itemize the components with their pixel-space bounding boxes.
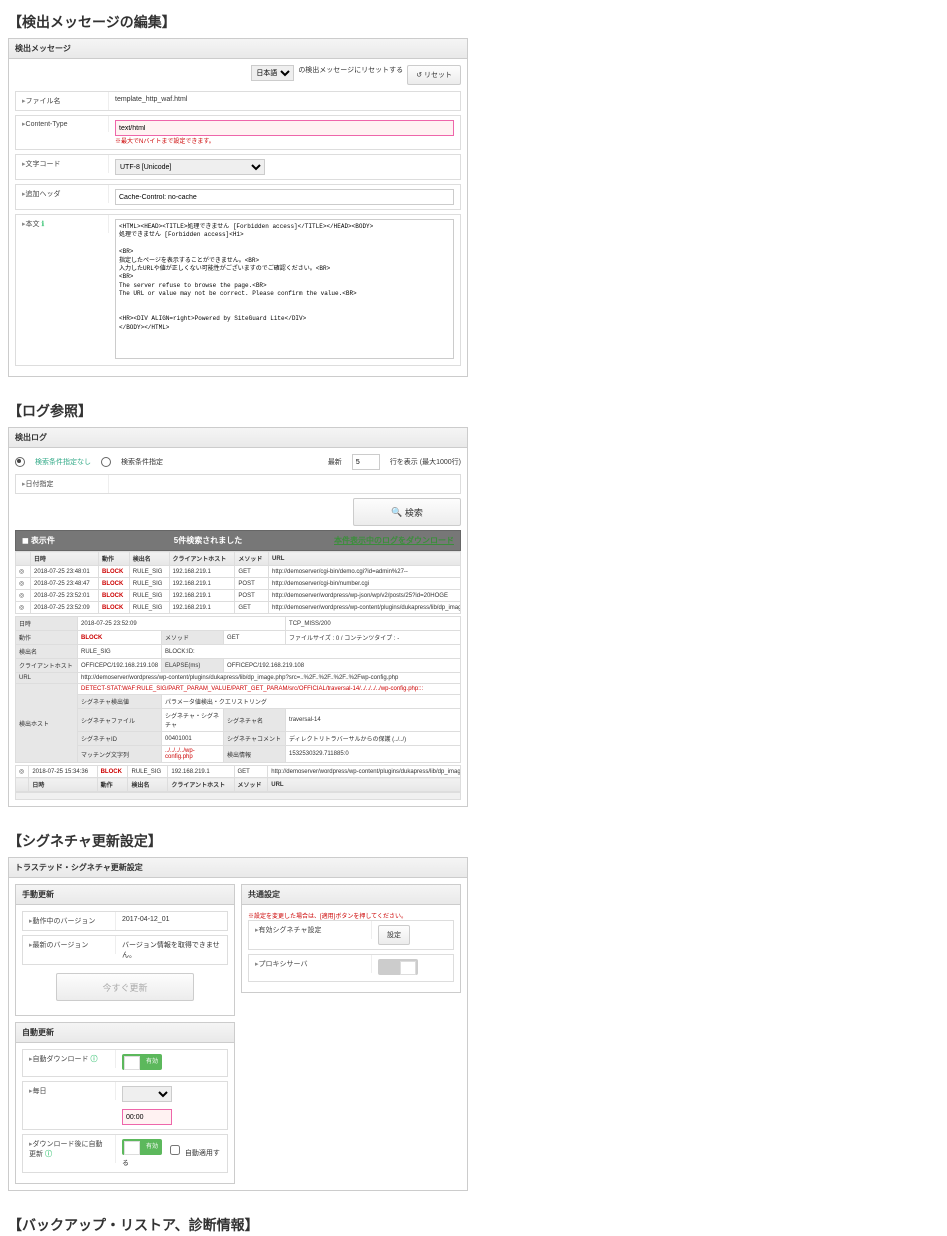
day-select[interactable] <box>122 1086 172 1102</box>
scrollbar[interactable] <box>15 792 461 800</box>
v-file: template_http_waf.html <box>115 96 187 103</box>
log-table: 日時 動作 検出名 クライアントホスト メソッド URL ◎2018-07-25… <box>15 551 461 614</box>
dk-ch: クライアントホスト <box>16 659 78 673</box>
v-newver: バージョン情報を取得できません。 <box>116 936 227 964</box>
table-row[interactable]: ◎2018-07-25 15:34:36BLOCKRULE_SIG192.168… <box>16 766 461 778</box>
label-filter: 検索条件指定 <box>121 457 163 467</box>
q2-title: 【ログ参照】 <box>8 401 468 421</box>
radio-filter[interactable] <box>101 457 111 467</box>
reset-button[interactable]: ↺ リセット <box>407 65 461 85</box>
k-charset: 文字コード <box>16 155 109 173</box>
q2-panel: 検出ログ <box>8 427 468 448</box>
ctype-note: ※最大でNバイトまで設定できます。 <box>115 136 454 145</box>
col-method[interactable]: メソッド <box>235 552 269 566</box>
col-rule[interactable]: 検出名 <box>129 552 169 566</box>
search-button[interactable]: 検索 <box>353 498 461 526</box>
table-row[interactable]: ◎2018-07-25 23:52:01BLOCKRULE_SIG192.168… <box>16 590 461 602</box>
info-icon: ℹ <box>41 221 44 228</box>
col-act[interactable]: 動作 <box>99 552 130 566</box>
k-proxy: プロキシサーバ <box>249 955 372 973</box>
k-autodl: 自動ダウンロード ⓘ <box>23 1050 116 1068</box>
sig-config-button[interactable]: 設定 <box>378 925 410 945</box>
radio-nofilter[interactable] <box>15 457 25 467</box>
k-time: 毎日 <box>23 1082 116 1100</box>
latest-b: 行を表示 (最大1000行) <box>390 457 461 467</box>
dk-act: 動作 <box>16 631 78 645</box>
q3-panel: トラステッド・シグネチャ更新設定 <box>8 857 468 878</box>
charset-select[interactable]: UTF-8 [Unicode] <box>115 159 265 175</box>
count-msg: 5件検索されました <box>82 535 334 546</box>
update-now-button[interactable]: 今すぐ更新 <box>56 973 194 1001</box>
dk-date: 日時 <box>16 617 78 631</box>
toggle-proxy[interactable] <box>378 959 418 975</box>
auto-panel: 自動更新 <box>15 1022 235 1043</box>
auto-apply-checkbox[interactable] <box>170 1145 180 1155</box>
k-body: 本文 ℹ <box>16 215 109 233</box>
k-autoapply: ダウンロード後に自動更新 ⓘ <box>23 1135 116 1163</box>
dk-m: メソッド <box>162 631 224 645</box>
label-nofilter: 検索条件指定なし <box>35 457 91 467</box>
toggle-autoapply[interactable] <box>122 1139 162 1155</box>
common-note: ※設定を変更した場合は、[適用]ボタンを押してください。 <box>248 911 454 920</box>
k-header: 追加ヘッダ <box>16 185 109 203</box>
latest-n[interactable] <box>352 454 380 470</box>
k-newver: 最新のバージョン <box>23 936 116 954</box>
table-row[interactable]: ◎2018-07-25 23:52:09BLOCKRULE_SIG192.168… <box>16 602 461 614</box>
k-sig: 有効シグネチャ設定 <box>249 921 372 939</box>
time-input[interactable] <box>122 1109 172 1125</box>
ctype-input[interactable] <box>115 120 454 136</box>
manual-panel: 手動更新 <box>15 884 235 905</box>
table-row[interactable]: ◎2018-07-25 23:48:01BLOCKRULE_SIG192.168… <box>16 566 461 578</box>
q1-title: 【検出メッセージの編集】 <box>8 12 468 32</box>
q1-panel: 検出メッセージ <box>8 38 468 59</box>
q4-title: 【バックアップ・リストア、診断情報】 <box>8 1215 468 1235</box>
body-textarea[interactable]: <HTML><HEAD><TITLE>処理できません [Forbidden ac… <box>115 219 454 359</box>
lang-select[interactable]: 日本語 <box>251 65 294 81</box>
toggle-autodl[interactable] <box>122 1054 162 1070</box>
list-panel: 表示件 <box>31 536 55 545</box>
common-panel: 共通設定 <box>241 884 461 905</box>
dk-r: 検出名 <box>16 645 78 659</box>
latest-a: 最新 <box>328 457 342 467</box>
header-input[interactable] <box>115 189 454 205</box>
dk-url: URL <box>16 673 78 684</box>
col-url[interactable]: URL <box>269 552 461 566</box>
dk-khost: 検出ホスト <box>16 684 78 763</box>
k-datefilter: 日付指定 <box>16 475 109 493</box>
col-date[interactable]: 日時 <box>31 552 99 566</box>
col-client[interactable]: クライアントホスト <box>169 552 235 566</box>
dk-eh: ELAPSE(ms) <box>162 659 224 673</box>
dl-link[interactable]: 本件表示中のログをダウンロード <box>334 535 454 546</box>
v-curver: 2017-04-12_01 <box>116 912 227 927</box>
search-icon <box>391 507 402 518</box>
k-file: ファイル名 <box>16 92 109 110</box>
lang-suffix: の検出メッセージにリセットする <box>298 65 403 85</box>
k-curver: 動作中のバージョン <box>23 912 116 930</box>
q3-title: 【シグネチャ更新設定】 <box>8 831 468 851</box>
k-ctype: Content-Type <box>16 116 109 132</box>
table-row[interactable]: ◎2018-07-25 23:48:47BLOCKRULE_SIG192.168… <box>16 578 461 590</box>
